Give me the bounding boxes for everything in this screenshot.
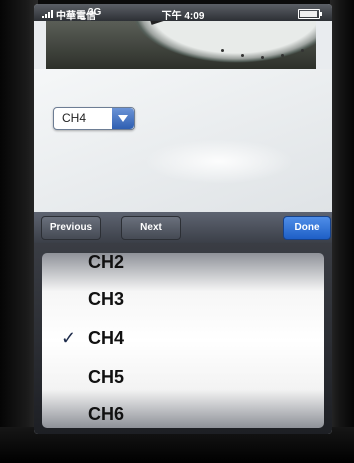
picker-item-selected[interactable]: CH4	[88, 323, 124, 353]
picker-item[interactable]: CH3	[88, 284, 124, 314]
picker-wheel[interactable]: CH2 CH3 ✓ CH4 CH5 CH6	[42, 253, 324, 428]
dial-mark	[281, 54, 284, 57]
done-button[interactable]: Done	[283, 216, 331, 240]
dial-mark	[241, 54, 244, 57]
form-toolbar: Previous Next Done	[34, 212, 332, 243]
channel-picker: CH2 CH3 ✓ CH4 CH5 CH6	[34, 243, 332, 434]
clock-hand	[150, 21, 219, 25]
status-time: 下午 4:09	[161, 11, 205, 22]
photo-bezel-left	[0, 0, 38, 463]
dial-mark	[221, 49, 224, 52]
screen-glare	[144, 139, 294, 184]
previous-button[interactable]: Previous	[41, 216, 101, 240]
next-button[interactable]: Next	[121, 216, 181, 240]
status-bar: 中華電信 3G 下午 4:09	[34, 4, 332, 22]
picker-item[interactable]: CH5	[88, 362, 124, 392]
chevron-down-icon[interactable]	[112, 108, 134, 129]
battery-icon	[298, 9, 322, 19]
channel-select[interactable]: CH4	[53, 107, 135, 130]
dial-mark	[301, 49, 304, 52]
picker-item[interactable]: CH6	[88, 399, 124, 428]
phone-screen: 中華電信 3G 下午 4:09 CH4 Previous Next Done C…	[34, 4, 332, 434]
channel-select-value: CH4	[62, 111, 87, 125]
battery-level	[300, 11, 317, 17]
picker-item[interactable]: CH2	[88, 253, 124, 277]
dial-mark	[261, 56, 264, 59]
check-icon: ✓	[61, 328, 77, 348]
photo-bezel-right	[330, 0, 354, 463]
camera-feed-image	[46, 21, 316, 69]
picker-selection-band	[42, 337, 324, 373]
